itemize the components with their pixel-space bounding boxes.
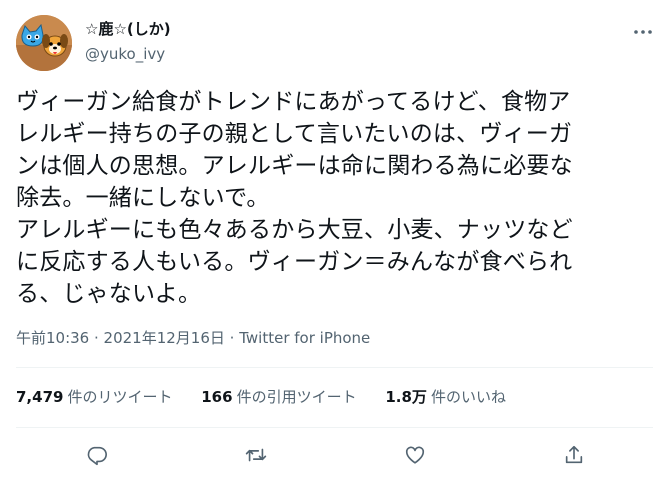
display-name[interactable]: ☆鹿☆(しか) (85, 19, 171, 39)
tweet-line: ンは個人の思想。アレルギーは命に関わる為に必要な (16, 153, 573, 179)
retweet-button[interactable] (241, 440, 271, 470)
tweet-line: レルギー持ちの子の親として言いたいのは、ヴィーガ (16, 121, 573, 147)
avatar[interactable] (16, 15, 72, 71)
retweet-icon (245, 448, 267, 462)
meta-separator: · (89, 329, 104, 347)
reply-button[interactable] (82, 440, 112, 470)
meta-separator: · (224, 329, 240, 347)
quotes-stat[interactable]: 166 件の引用ツイート (201, 387, 356, 407)
action-bar (0, 440, 669, 470)
quotes-label: 件の引用ツイート (236, 388, 357, 406)
retweets-count: 7,479 (16, 388, 64, 406)
tweet-time[interactable]: 午前10:36 (16, 329, 89, 347)
heart-icon (405, 446, 425, 464)
divider (16, 427, 653, 428)
retweets-stat[interactable]: 7,479 件のリツイート (16, 387, 172, 407)
tweet-text: ヴィーガン給食がトレンドにあがってるけど、食物ア レルギー持ちの子の親として言い… (16, 86, 656, 310)
tweet-meta: 午前10:36 · 2021年12月16日 · Twitter for iPho… (16, 328, 370, 348)
share-button[interactable] (559, 440, 589, 470)
likes-label: 件のいいね (430, 388, 506, 406)
likes-count: 1.8万 (385, 388, 427, 406)
tweet-line: に反応する人もいる。ヴィーガン＝みんなが食べられ (16, 249, 573, 275)
share-icon (565, 445, 583, 464)
tweet-line: る、じゃないよ。 (16, 281, 202, 307)
tweet-line: アレルギーにも色々あるから大豆、小麦、ナッツなど (16, 217, 573, 243)
like-button[interactable] (400, 440, 430, 470)
more-button[interactable] (633, 22, 653, 42)
more-dots-icon (634, 30, 652, 34)
tweet-line: 除去。一緒にしないで。 (16, 185, 270, 211)
retweets-label: 件のリツイート (67, 388, 173, 406)
reply-icon (87, 446, 107, 466)
quotes-count: 166 (201, 388, 233, 406)
divider (16, 367, 653, 368)
tweet-stats: 7,479 件のリツイート 166 件の引用ツイート 1.8万 件のいいね (16, 387, 530, 407)
tweet-date[interactable]: 2021年12月16日 (104, 329, 225, 347)
tweet-source[interactable]: Twitter for iPhone (239, 329, 370, 347)
tweet-line: ヴィーガン給食がトレンドにあがってるけど、食物ア (16, 89, 571, 115)
avatar-image (16, 15, 72, 71)
user-handle[interactable]: @yuko_ivy (85, 44, 165, 64)
likes-stat[interactable]: 1.8万 件のいいね (385, 387, 506, 407)
